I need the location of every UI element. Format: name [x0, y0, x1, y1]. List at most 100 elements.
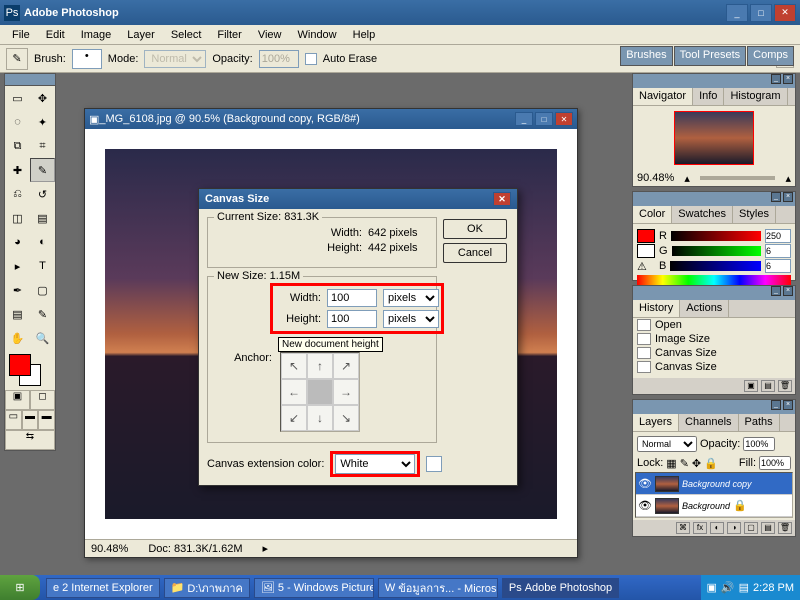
marquee-tool[interactable]: ▭ [5, 86, 30, 110]
layer-row[interactable]: 👁 Background copy [636, 473, 792, 495]
g-input[interactable] [765, 244, 791, 258]
auto-erase-checkbox[interactable] [305, 53, 317, 65]
new-width-input[interactable] [327, 289, 377, 307]
minimize-button[interactable]: _ [726, 4, 748, 22]
fg-color-swatch[interactable] [9, 354, 31, 376]
layer-name[interactable]: Background copy [682, 479, 752, 489]
menu-file[interactable]: File [4, 27, 38, 43]
tab-color[interactable]: Color [633, 206, 672, 223]
clock[interactable]: 2:28 PM [753, 582, 794, 594]
eyedropper-tool[interactable]: ✎ [30, 302, 55, 326]
brush-picker[interactable]: • [72, 49, 102, 69]
history-item[interactable]: Open [633, 318, 795, 332]
tool-preset-icon[interactable]: ✎ [6, 48, 28, 70]
menu-view[interactable]: View [250, 27, 290, 43]
ext-color-swatch[interactable] [426, 456, 442, 472]
menu-window[interactable]: Window [290, 27, 345, 43]
tray-icon[interactable]: ▤ [739, 581, 749, 594]
panel-min-icon[interactable]: _ [771, 74, 781, 84]
start-button[interactable]: ⊞ [0, 575, 40, 600]
type-tool[interactable]: T [30, 254, 55, 278]
anchor-e[interactable]: → [333, 379, 359, 405]
tray-icon[interactable]: 🔊 [721, 581, 735, 594]
menu-select[interactable]: Select [163, 27, 210, 43]
r-slider[interactable] [671, 231, 761, 241]
anchor-ne[interactable]: ↗ [333, 353, 359, 379]
layer-thumb[interactable] [655, 498, 679, 514]
link-icon[interactable]: ⌘ [676, 522, 690, 534]
zoom-tool[interactable]: 🔍 [30, 326, 55, 350]
r-input[interactable] [765, 229, 791, 243]
new-height-input[interactable] [327, 310, 377, 328]
tab-styles[interactable]: Styles [733, 206, 776, 223]
notes-tool[interactable]: ▤ [5, 302, 30, 326]
history-brush-tool[interactable]: ↺ [30, 182, 55, 206]
dialog-titlebar[interactable]: Canvas Size ✕ [199, 189, 517, 209]
color-swatches[interactable] [5, 350, 55, 390]
history-item[interactable]: Image Size [633, 332, 795, 346]
ok-button[interactable]: OK [443, 219, 507, 239]
doc-menu-arrow[interactable]: ▸ [262, 542, 268, 555]
zoom-slider[interactable] [700, 176, 776, 180]
anchor-c[interactable] [307, 379, 333, 405]
menu-help[interactable]: Help [345, 27, 384, 43]
doc-maximize[interactable]: □ [535, 112, 553, 126]
blend-mode-select[interactable]: Normal [637, 436, 697, 452]
screen-mode-1[interactable]: ▭ [5, 410, 22, 430]
dock-tab-brushes[interactable]: Brushes [620, 46, 672, 66]
history-item[interactable]: Canvas Size [633, 346, 795, 360]
heal-tool[interactable]: ✚ [5, 158, 30, 182]
layer-thumb[interactable] [655, 476, 679, 492]
anchor-s[interactable]: ↓ [307, 405, 333, 431]
new-doc-icon[interactable]: ▤ [761, 380, 775, 392]
panel-min-icon[interactable]: _ [771, 286, 781, 296]
tab-swatches[interactable]: Swatches [672, 206, 733, 223]
anchor-nw[interactable]: ↖ [281, 353, 307, 379]
lasso-tool[interactable]: ◌ [5, 110, 30, 134]
tab-info[interactable]: Info [693, 88, 724, 105]
panel-close-icon[interactable]: × [783, 286, 793, 296]
zoom-out-icon[interactable]: ▴ [684, 172, 690, 185]
jump-to-icon[interactable]: ⇆ [5, 430, 55, 450]
b-slider[interactable] [670, 261, 761, 271]
quickmask-mode-icon[interactable]: ◻ [30, 390, 55, 410]
slice-tool[interactable]: ⌗ [30, 134, 55, 158]
taskbar-item[interactable]: PsAdobe Photoshop [502, 578, 619, 598]
lock-move-icon[interactable]: ✥ [692, 457, 701, 470]
doc-close[interactable]: ✕ [555, 112, 573, 126]
eraser-tool[interactable]: ◫ [5, 206, 30, 230]
panel-min-icon[interactable]: _ [771, 400, 781, 410]
visibility-icon[interactable]: 👁 [638, 477, 652, 490]
anchor-se[interactable]: ↘ [333, 405, 359, 431]
crop-tool[interactable]: ⧉ [5, 134, 30, 158]
panel-close-icon[interactable]: × [783, 192, 793, 202]
tab-paths[interactable]: Paths [739, 414, 780, 431]
menu-image[interactable]: Image [73, 27, 120, 43]
dodge-tool[interactable]: ◐ [30, 230, 55, 254]
new-layer-icon[interactable]: ▤ [761, 522, 775, 534]
tab-navigator[interactable]: Navigator [633, 88, 693, 105]
visibility-icon[interactable]: 👁 [638, 499, 652, 512]
anchor-n[interactable]: ↑ [307, 353, 333, 379]
tab-history[interactable]: History [633, 300, 680, 317]
folder-icon[interactable]: ▢ [744, 522, 758, 534]
history-item[interactable]: Canvas Size [633, 360, 795, 374]
anchor-w[interactable]: ← [281, 379, 307, 405]
layer-opacity-input[interactable] [743, 437, 775, 451]
layer-fill-input[interactable] [759, 456, 791, 470]
panel-close-icon[interactable]: × [783, 74, 793, 84]
b-input[interactable] [765, 259, 791, 273]
wand-tool[interactable]: ✦ [30, 110, 55, 134]
dialog-close-button[interactable]: ✕ [493, 192, 511, 206]
tab-layers[interactable]: Layers [633, 414, 679, 431]
hand-tool[interactable]: ✋ [5, 326, 30, 350]
dock-tab-comps[interactable]: Comps [747, 46, 794, 66]
panel-close-icon[interactable]: × [783, 400, 793, 410]
panel-min-icon[interactable]: _ [771, 192, 781, 202]
menu-filter[interactable]: Filter [209, 27, 249, 43]
tray-icon[interactable]: ▣ [707, 581, 717, 594]
tab-histogram[interactable]: Histogram [724, 88, 787, 105]
nav-zoom[interactable]: 90.48% [637, 172, 674, 184]
adjust-icon[interactable]: ◑ [727, 522, 741, 534]
menu-edit[interactable]: Edit [38, 27, 73, 43]
